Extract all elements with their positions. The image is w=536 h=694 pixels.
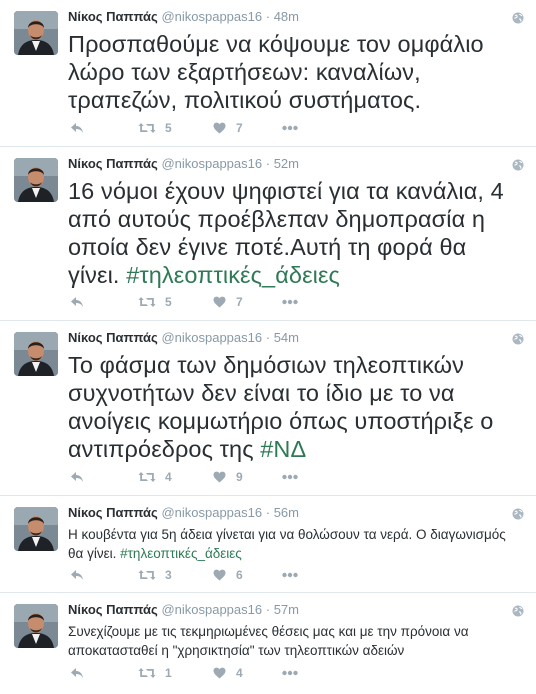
tweet[interactable]: Νίκος Παππάς @nikospappas16 · 54m Το φάσ… bbox=[0, 321, 536, 496]
author-handle[interactable]: @nikospappas16 bbox=[161, 330, 262, 345]
tweet-body: Προσπαθούμε να κόψουμε τον ομφάλιο λώρο … bbox=[68, 31, 484, 113]
reply-icon[interactable] bbox=[70, 569, 84, 581]
timestamp[interactable]: 54m bbox=[274, 330, 299, 345]
retweet-count: 1 bbox=[165, 666, 172, 680]
more-icon[interactable] bbox=[282, 125, 298, 131]
tweet-text: Συνεχίζουμε με τις τεκμηριωμένες θέσεις … bbox=[68, 622, 524, 660]
timestamp[interactable]: 57m bbox=[274, 602, 299, 617]
author-name[interactable]: Νίκος Παππάς bbox=[68, 505, 158, 520]
globe-icon bbox=[512, 333, 524, 345]
avatar[interactable] bbox=[14, 11, 58, 55]
tweet-text: Η κουβέντα για 5η άδεια γίνεται για να θ… bbox=[68, 525, 524, 563]
author-name[interactable]: Νίκος Παππάς bbox=[68, 330, 158, 345]
author-handle[interactable]: @nikospappas16 bbox=[161, 156, 262, 171]
heart-icon[interactable] bbox=[213, 471, 226, 483]
separator-dot: · bbox=[265, 9, 271, 24]
retweet-icon[interactable] bbox=[138, 296, 156, 308]
author-name[interactable]: Νίκος Παππάς bbox=[68, 9, 158, 24]
avatar[interactable] bbox=[14, 158, 58, 202]
globe-icon bbox=[512, 159, 524, 171]
tweet-actions: 5 7 bbox=[70, 121, 298, 135]
retweet-count: 3 bbox=[165, 568, 172, 582]
separator-dot: · bbox=[265, 505, 271, 520]
heart-icon[interactable] bbox=[213, 296, 226, 308]
reply-icon[interactable] bbox=[70, 667, 84, 679]
author-name[interactable]: Νίκος Παππάς bbox=[68, 602, 158, 617]
retweet-icon[interactable] bbox=[138, 122, 156, 134]
more-icon[interactable] bbox=[282, 299, 298, 305]
more-icon[interactable] bbox=[282, 572, 298, 578]
tweet-text: Το φάσμα των δημόσιων τηλεοπτικών συχνοτ… bbox=[68, 351, 524, 463]
globe-icon bbox=[512, 605, 524, 617]
timestamp[interactable]: 48m bbox=[274, 9, 299, 24]
like-count: 9 bbox=[236, 470, 243, 484]
retweet-count: 5 bbox=[165, 295, 172, 309]
hashtag-link[interactable]: #τηλεοπτικές_άδειες bbox=[120, 546, 242, 561]
tweet[interactable]: Νίκος Παππάς @nikospappas16 · 52m 16 νόμ… bbox=[0, 147, 536, 321]
more-icon[interactable] bbox=[282, 474, 298, 480]
author-handle[interactable]: @nikospappas16 bbox=[161, 602, 262, 617]
tweet[interactable]: Νίκος Παππάς @nikospappas16 · 57m Συνεχί… bbox=[0, 593, 536, 694]
tweet-text: Προσπαθούμε να κόψουμε τον ομφάλιο λώρο … bbox=[68, 30, 524, 114]
separator-dot: · bbox=[265, 602, 271, 617]
timestamp[interactable]: 56m bbox=[274, 505, 299, 520]
avatar[interactable] bbox=[14, 507, 58, 551]
tweet-text: 16 νόμοι έχουν ψηφιστεί για τα κανάλια, … bbox=[68, 177, 524, 289]
heart-icon[interactable] bbox=[213, 569, 226, 581]
author-handle[interactable]: @nikospappas16 bbox=[161, 505, 262, 520]
separator-dot: · bbox=[265, 330, 271, 345]
hashtag-link[interactable]: #τηλεοπτικές_άδειες bbox=[126, 262, 340, 288]
timestamp[interactable]: 52m bbox=[274, 156, 299, 171]
retweet-icon[interactable] bbox=[138, 667, 156, 679]
like-count: 4 bbox=[236, 666, 243, 680]
avatar[interactable] bbox=[14, 604, 58, 648]
tweet-header: Νίκος Παππάς @nikospappas16 · 48m bbox=[68, 8, 524, 26]
tweet-body: Συνεχίζουμε με τις τεκμηριωμένες θέσεις … bbox=[68, 624, 469, 658]
tweet-actions: 3 6 bbox=[70, 568, 298, 582]
avatar[interactable] bbox=[14, 332, 58, 376]
like-count: 7 bbox=[236, 295, 243, 309]
tweet[interactable]: Νίκος Παππάς @nikospappas16 · 56m Η κουβ… bbox=[0, 496, 536, 593]
tweet-actions: 1 4 bbox=[70, 666, 298, 680]
tweet-header: Νίκος Παππάς @nikospappas16 · 57m bbox=[68, 601, 524, 619]
heart-icon[interactable] bbox=[213, 122, 226, 134]
tweet-actions: 5 7 bbox=[70, 295, 298, 309]
like-count: 7 bbox=[236, 121, 243, 135]
reply-icon[interactable] bbox=[70, 296, 84, 308]
author-name[interactable]: Νίκος Παππάς bbox=[68, 156, 158, 171]
more-icon[interactable] bbox=[282, 670, 298, 676]
tweet-header: Νίκος Παππάς @nikospappas16 · 54m bbox=[68, 329, 524, 347]
reply-icon[interactable] bbox=[70, 122, 84, 134]
tweet[interactable]: Νίκος Παππάς @nikospappas16 · 48m Προσπα… bbox=[0, 0, 536, 147]
globe-icon bbox=[512, 12, 524, 24]
retweet-count: 5 bbox=[165, 121, 172, 135]
tweet-header: Νίκος Παππάς @nikospappas16 · 56m bbox=[68, 504, 524, 522]
hashtag-link[interactable]: #ΝΔ bbox=[260, 436, 306, 462]
like-count: 6 bbox=[236, 568, 243, 582]
retweet-icon[interactable] bbox=[138, 569, 156, 581]
heart-icon[interactable] bbox=[213, 667, 226, 679]
author-handle[interactable]: @nikospappas16 bbox=[161, 9, 262, 24]
tweet-actions: 4 9 bbox=[70, 470, 298, 484]
separator-dot: · bbox=[265, 156, 271, 171]
tweet-header: Νίκος Παππάς @nikospappas16 · 52m bbox=[68, 155, 524, 173]
tweet-feed: Νίκος Παππάς @nikospappas16 · 48m Προσπα… bbox=[0, 0, 536, 694]
reply-icon[interactable] bbox=[70, 471, 84, 483]
retweet-count: 4 bbox=[165, 470, 172, 484]
retweet-icon[interactable] bbox=[138, 471, 156, 483]
globe-icon bbox=[512, 508, 524, 520]
